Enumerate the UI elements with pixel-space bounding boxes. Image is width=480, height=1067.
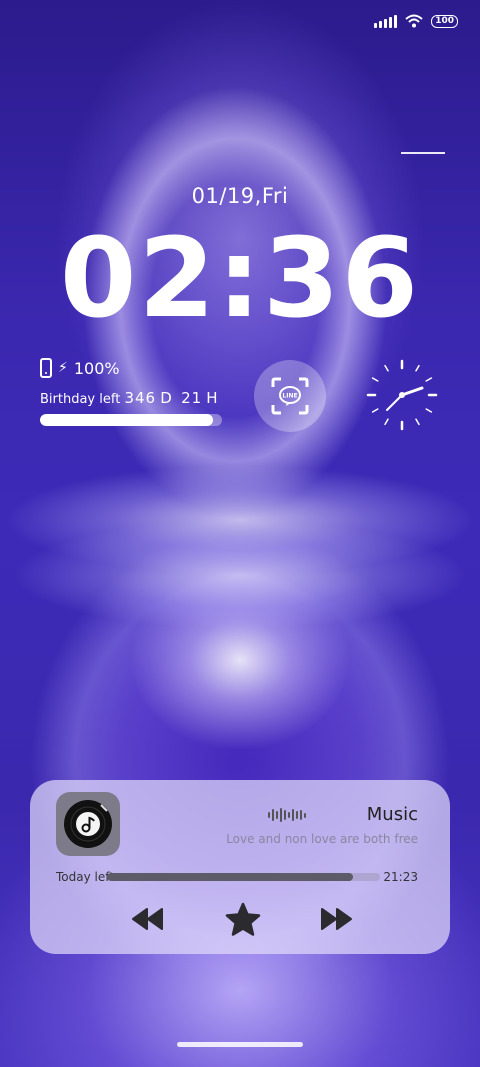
star-icon [225, 902, 261, 936]
birthday-countdown: Birthday left 346 D 21 H [40, 389, 219, 407]
music-title: Music [366, 804, 418, 825]
birthday-days: 346 [124, 389, 157, 407]
favorite-button[interactable] [223, 902, 263, 936]
battery-widget: ⚡ 100% [40, 358, 120, 378]
next-button[interactable] [316, 902, 356, 936]
decorative-line [401, 152, 445, 154]
music-progress-bar[interactable] [107, 873, 380, 881]
lock-date: 01/19,Fri [191, 184, 289, 208]
audio-wave-icon [268, 807, 306, 823]
phone-icon [40, 358, 52, 378]
music-subtitle: Love and non love are both free [226, 832, 418, 846]
music-time-label: 21:23 [383, 870, 418, 884]
album-art[interactable] [56, 792, 120, 856]
battery-indicator: 100 [431, 14, 458, 28]
wifi-icon [405, 14, 423, 28]
battery-percent: 100% [73, 358, 120, 378]
previous-icon [132, 908, 163, 930]
line-label: LINE [282, 393, 297, 400]
analog-clock-widget[interactable] [365, 358, 439, 432]
charging-bolt-icon: ⚡ [58, 360, 68, 376]
line-scan-button[interactable]: LINE [254, 360, 326, 432]
line-scan-icon: LINE [271, 377, 309, 415]
music-player-card[interactable]: Music Love and non love are both free To… [30, 780, 450, 954]
birthday-days-unit: D [160, 389, 173, 407]
lock-clock-time: 02:36 [59, 214, 421, 342]
status-bar: 100 [374, 12, 458, 30]
birthday-hours-unit: H [206, 389, 219, 407]
today-left-label: Today left [56, 870, 114, 884]
birthday-progress-fill [40, 414, 213, 426]
music-progress-fill [107, 873, 353, 881]
next-icon [321, 908, 352, 930]
vinyl-disc-icon [64, 800, 112, 848]
signal-bars-icon [374, 14, 398, 28]
birthday-label: Birthday left [40, 392, 121, 407]
home-indicator[interactable] [177, 1042, 303, 1047]
previous-button[interactable] [128, 902, 168, 936]
birthday-hours: 21 [181, 389, 203, 407]
birthday-progress-bar [40, 414, 222, 426]
